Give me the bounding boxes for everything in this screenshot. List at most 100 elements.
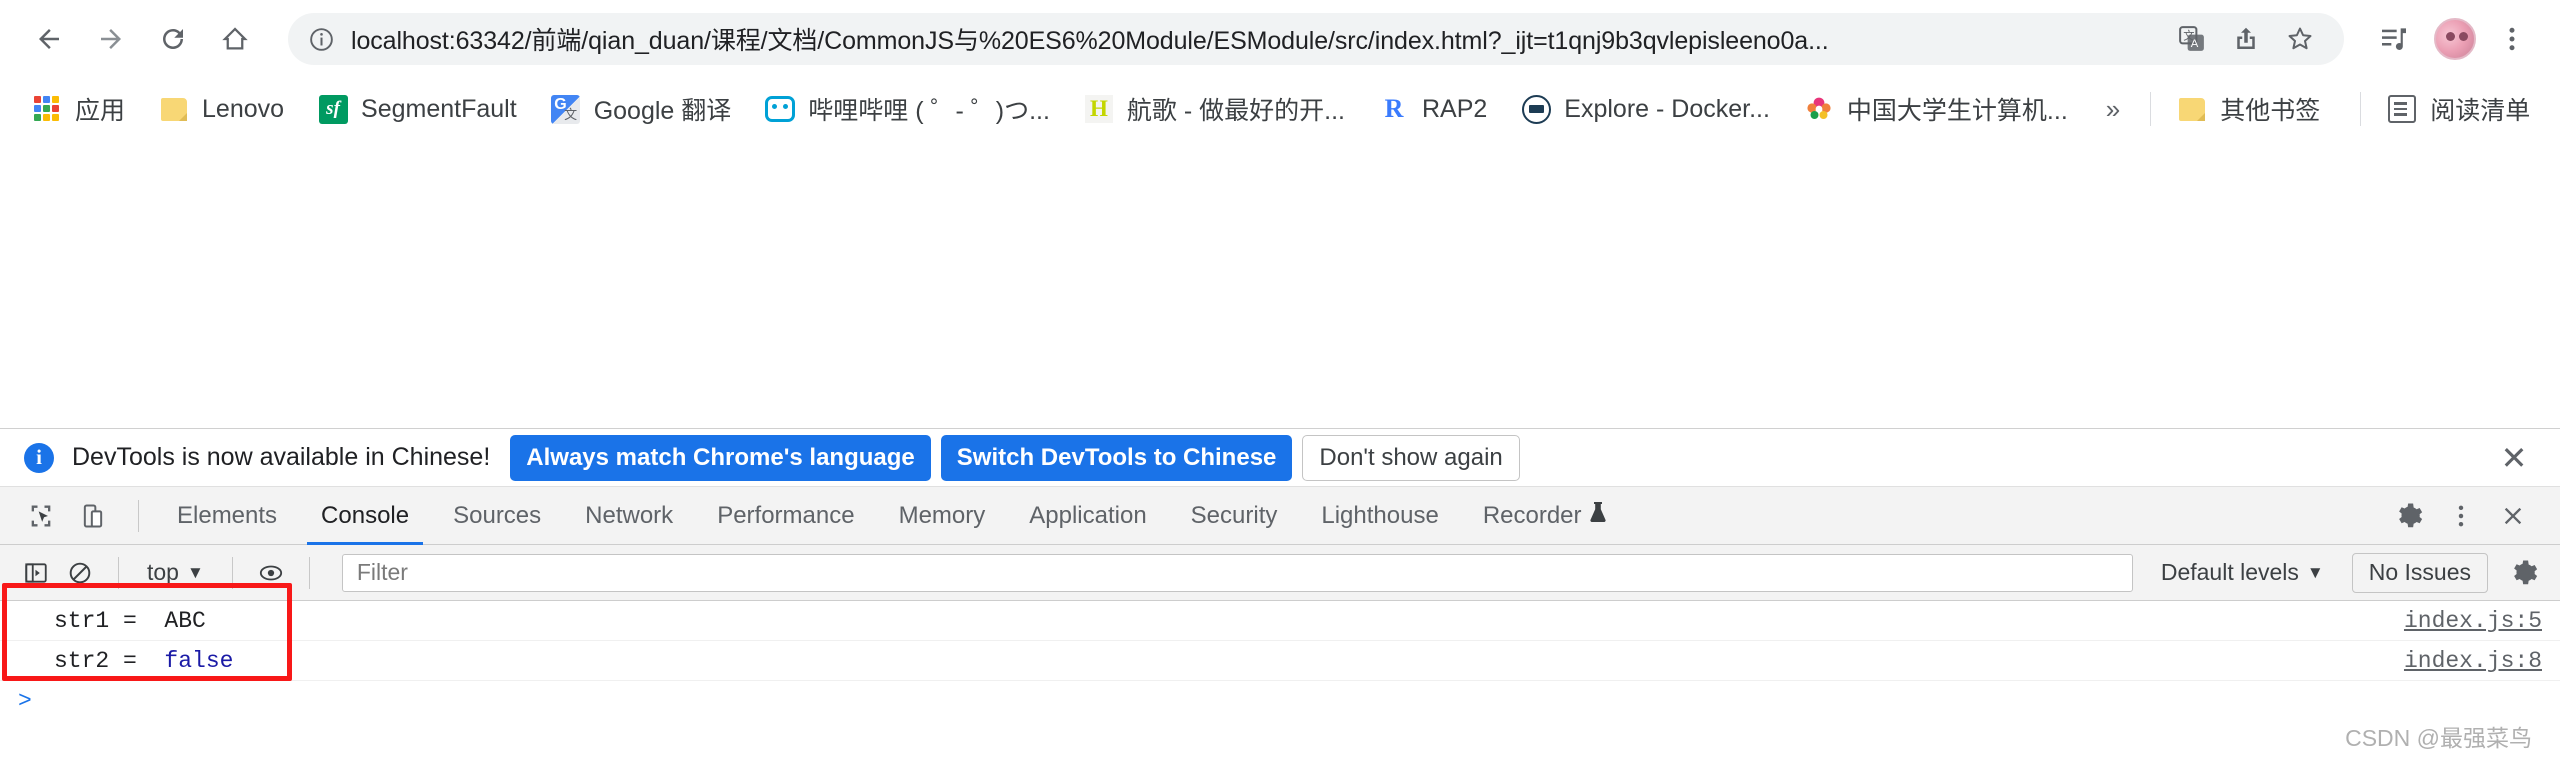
close-icon[interactable]: ✕ — [2492, 436, 2536, 480]
chevron-down-icon: ▼ — [186, 562, 204, 582]
info-icon: i — [24, 442, 54, 473]
tab-console[interactable]: Console — [299, 487, 431, 545]
tab-network[interactable]: Network — [563, 487, 695, 545]
china-contest-icon — [1804, 94, 1834, 124]
console-output[interactable]: str1 = ABC index.js:5 str2 = false index… — [0, 583, 2560, 761]
tab-performance[interactable]: Performance — [695, 487, 876, 545]
profile-avatar[interactable] — [2434, 18, 2476, 60]
browser-window: localhost:63342/前端/qian_duan/课程/文档/Commo… — [0, 0, 2560, 761]
tab-label: Sources — [453, 501, 542, 529]
console-message-text: str2 = — [54, 647, 165, 674]
tab-security[interactable]: Security — [1169, 487, 1300, 545]
filterbar-divider — [231, 556, 233, 589]
issues-button[interactable]: No Issues — [2351, 552, 2488, 593]
back-button[interactable] — [22, 12, 76, 66]
tab-memory[interactable]: Memory — [877, 487, 1008, 545]
gear-icon[interactable] — [2386, 493, 2432, 539]
reading-list-icon — [2387, 94, 2417, 124]
console-prompt-caret: > — [18, 688, 32, 714]
three-dot-menu-icon[interactable] — [2486, 13, 2538, 65]
bookmark-label: Lenovo — [202, 94, 285, 123]
live-expression-icon[interactable] — [249, 551, 293, 595]
console-message-text: str1 = — [54, 607, 165, 634]
apps-grid-icon — [32, 94, 62, 124]
console-message-row[interactable]: str2 = false index.js:8 — [0, 641, 2560, 681]
hangge-icon: H — [1084, 94, 1114, 124]
close-devtools-icon[interactable] — [2490, 493, 2536, 539]
bookmarks-divider — [2150, 92, 2152, 126]
clear-console-icon[interactable] — [58, 551, 102, 595]
bookmark-hangge[interactable]: H 航歌 - 做最好的开... — [1074, 86, 1355, 132]
bookmark-lenovo[interactable]: Lenovo — [149, 86, 294, 132]
reload-icon — [163, 29, 183, 49]
rap2-icon: R — [1384, 94, 1404, 123]
other-bookmarks-label: 其他书签 — [2220, 97, 2321, 125]
inspect-element-icon[interactable] — [18, 493, 64, 539]
log-levels-value: Default levels — [2160, 559, 2299, 585]
bookmark-label: 中国大学生计算机... — [1846, 97, 2068, 125]
tab-label: Recorder — [1482, 501, 1582, 529]
console-filter-input[interactable] — [341, 553, 2133, 592]
tab-sources[interactable]: Sources — [431, 487, 563, 545]
bookmark-bilibili[interactable]: 哔哩哔哩 ( ゜- ゜)つ... — [755, 86, 1060, 132]
home-button[interactable] — [208, 12, 262, 66]
tab-elements[interactable]: Elements — [155, 487, 299, 545]
bookmark-apps[interactable]: 应用 — [22, 86, 135, 132]
bookmark-china-contest[interactable]: 中国大学生计算机... — [1794, 86, 2078, 132]
bookmark-rap2[interactable]: R RAP2 — [1369, 86, 1497, 132]
forward-button[interactable] — [84, 12, 138, 66]
svg-text:A: A — [2191, 38, 2199, 50]
bookmark-label: RAP2 — [1421, 94, 1488, 123]
other-bookmarks-folder[interactable]: 其他书签 — [2167, 86, 2330, 132]
console-filter-bar: top ▼ Default levels ▼ No Issues — [0, 545, 2560, 601]
site-info-icon[interactable] — [308, 26, 335, 53]
execution-context-select[interactable]: top ▼ — [135, 559, 216, 586]
console-prompt[interactable]: > — [0, 681, 2560, 721]
switch-devtools-language-button[interactable]: Switch DevTools to Chinese — [940, 434, 1293, 481]
folder-icon — [159, 94, 189, 124]
console-sidebar-icon[interactable] — [14, 551, 58, 595]
address-bar-url: localhost:63342/前端/qian_duan/课程/文档/Commo… — [351, 27, 1829, 55]
share-icon[interactable] — [2222, 15, 2270, 63]
console-message-value: ABC — [164, 607, 206, 634]
bookmarks-overflow-button[interactable]: » — [2092, 94, 2134, 125]
bookmark-segmentfault[interactable]: sf SegmentFault — [308, 86, 527, 132]
reading-list-button[interactable]: 阅读清单 — [2377, 86, 2540, 132]
tab-label: Lighthouse — [1321, 501, 1439, 529]
tab-application[interactable]: Application — [1007, 487, 1168, 545]
bookmark-star-icon[interactable] — [2276, 15, 2324, 63]
dont-show-again-button[interactable]: Don't show again — [1302, 434, 1520, 481]
filterbar-divider — [308, 556, 310, 589]
home-icon — [222, 27, 248, 50]
bookmark-google-translate[interactable]: G文 Google 翻译 — [541, 86, 742, 132]
console-message-row[interactable]: str1 = ABC index.js:5 — [0, 601, 2560, 641]
bookmarks-divider — [2360, 92, 2362, 126]
media-control-icon[interactable] — [2368, 13, 2420, 65]
tabbar-divider — [138, 499, 139, 532]
console-source-link[interactable]: index.js:5 — [2404, 608, 2542, 634]
device-toolbar-icon[interactable] — [70, 493, 116, 539]
devtools-tabbar-actions — [2386, 493, 2542, 539]
bookmark-label: Explore - Docker... — [1564, 94, 1770, 123]
devtools-language-banner: i DevTools is now available in Chinese! … — [0, 429, 2560, 487]
tab-label: Memory — [898, 501, 986, 529]
always-match-language-button[interactable]: Always match Chrome's language — [510, 434, 931, 481]
chevron-down-icon: ▼ — [2306, 562, 2324, 582]
translate-icon[interactable]: 文 A — [2168, 15, 2216, 63]
bookmark-label: SegmentFault — [361, 94, 517, 123]
tab-lighthouse[interactable]: Lighthouse — [1299, 487, 1460, 545]
console-settings-gear-icon[interactable] — [2502, 551, 2546, 595]
folder-icon — [2177, 94, 2207, 124]
banner-message: DevTools is now available in Chinese! — [72, 443, 491, 471]
toolbar-actions — [2358, 13, 2538, 65]
devtools-panel: i DevTools is now available in Chinese! … — [0, 428, 2560, 761]
watermark: CSDN @最强菜鸟 — [2345, 725, 2532, 751]
three-dot-vertical-icon[interactable] — [2438, 493, 2484, 539]
reload-button[interactable] — [146, 12, 200, 66]
address-bar[interactable]: localhost:63342/前端/qian_duan/课程/文档/Commo… — [288, 13, 2344, 65]
tab-recorder[interactable]: Recorder — [1461, 487, 1630, 545]
console-log-levels-select[interactable]: Default levels ▼ — [2149, 559, 2336, 586]
console-source-link[interactable]: index.js:8 — [2404, 648, 2542, 674]
tab-label: Console — [321, 501, 410, 529]
bookmark-docker[interactable]: Explore - Docker... — [1511, 86, 1780, 132]
